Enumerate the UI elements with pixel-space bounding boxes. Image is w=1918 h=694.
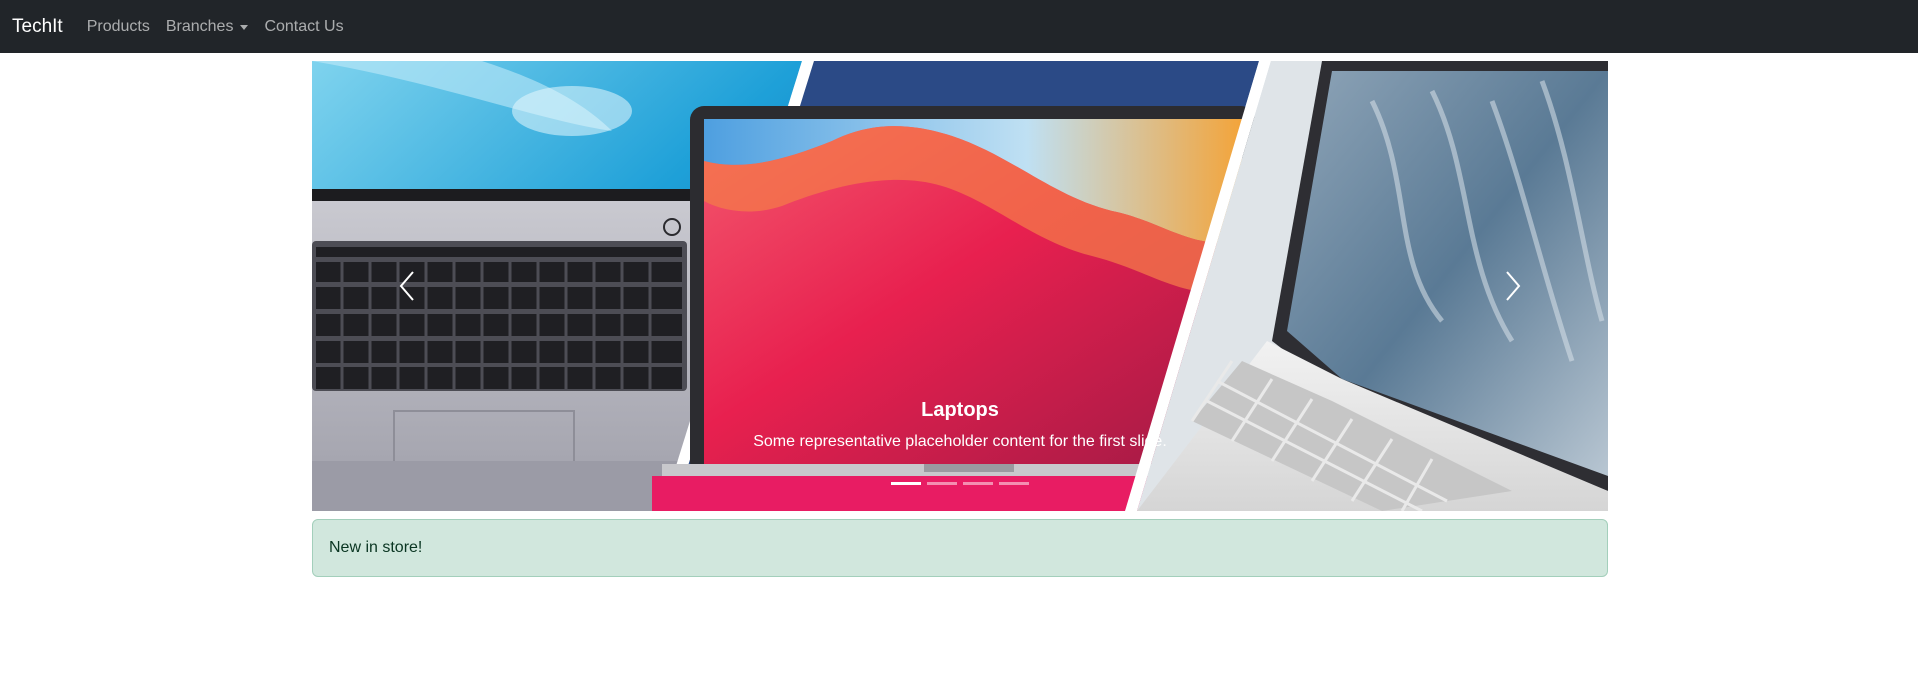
carousel-caption-text: Some representative placeholder content …: [753, 433, 1167, 450]
caret-down-icon: [240, 25, 249, 30]
nav-link-products[interactable]: Products: [87, 18, 150, 36]
carousel-indicator-3[interactable]: [963, 482, 993, 485]
nav-dropdown-branches[interactable]: Branches: [166, 18, 249, 36]
carousel-indicators: [312, 482, 1608, 485]
brand-link[interactable]: TechIt: [12, 16, 63, 38]
chevron-left-icon: [399, 271, 414, 301]
carousel-indicator-2[interactable]: [927, 482, 957, 485]
top-navbar: TechIt Products Branches Contact Us: [0, 0, 1918, 53]
carousel-caption-title: Laptops: [921, 399, 999, 421]
hero-carousel[interactable]: Laptops Some representative placeholder …: [312, 61, 1608, 511]
nav-dropdown-branches-label: Branches: [165, 17, 234, 35]
nav-link-contact-us[interactable]: Contact Us: [264, 18, 343, 36]
carousel-indicator-4[interactable]: [999, 482, 1029, 485]
new-in-store-alert: New in store!: [312, 519, 1608, 577]
carousel-indicator-1[interactable]: [891, 482, 921, 485]
alert-text: New in store!: [329, 539, 423, 556]
chevron-right-icon: [1506, 271, 1521, 301]
